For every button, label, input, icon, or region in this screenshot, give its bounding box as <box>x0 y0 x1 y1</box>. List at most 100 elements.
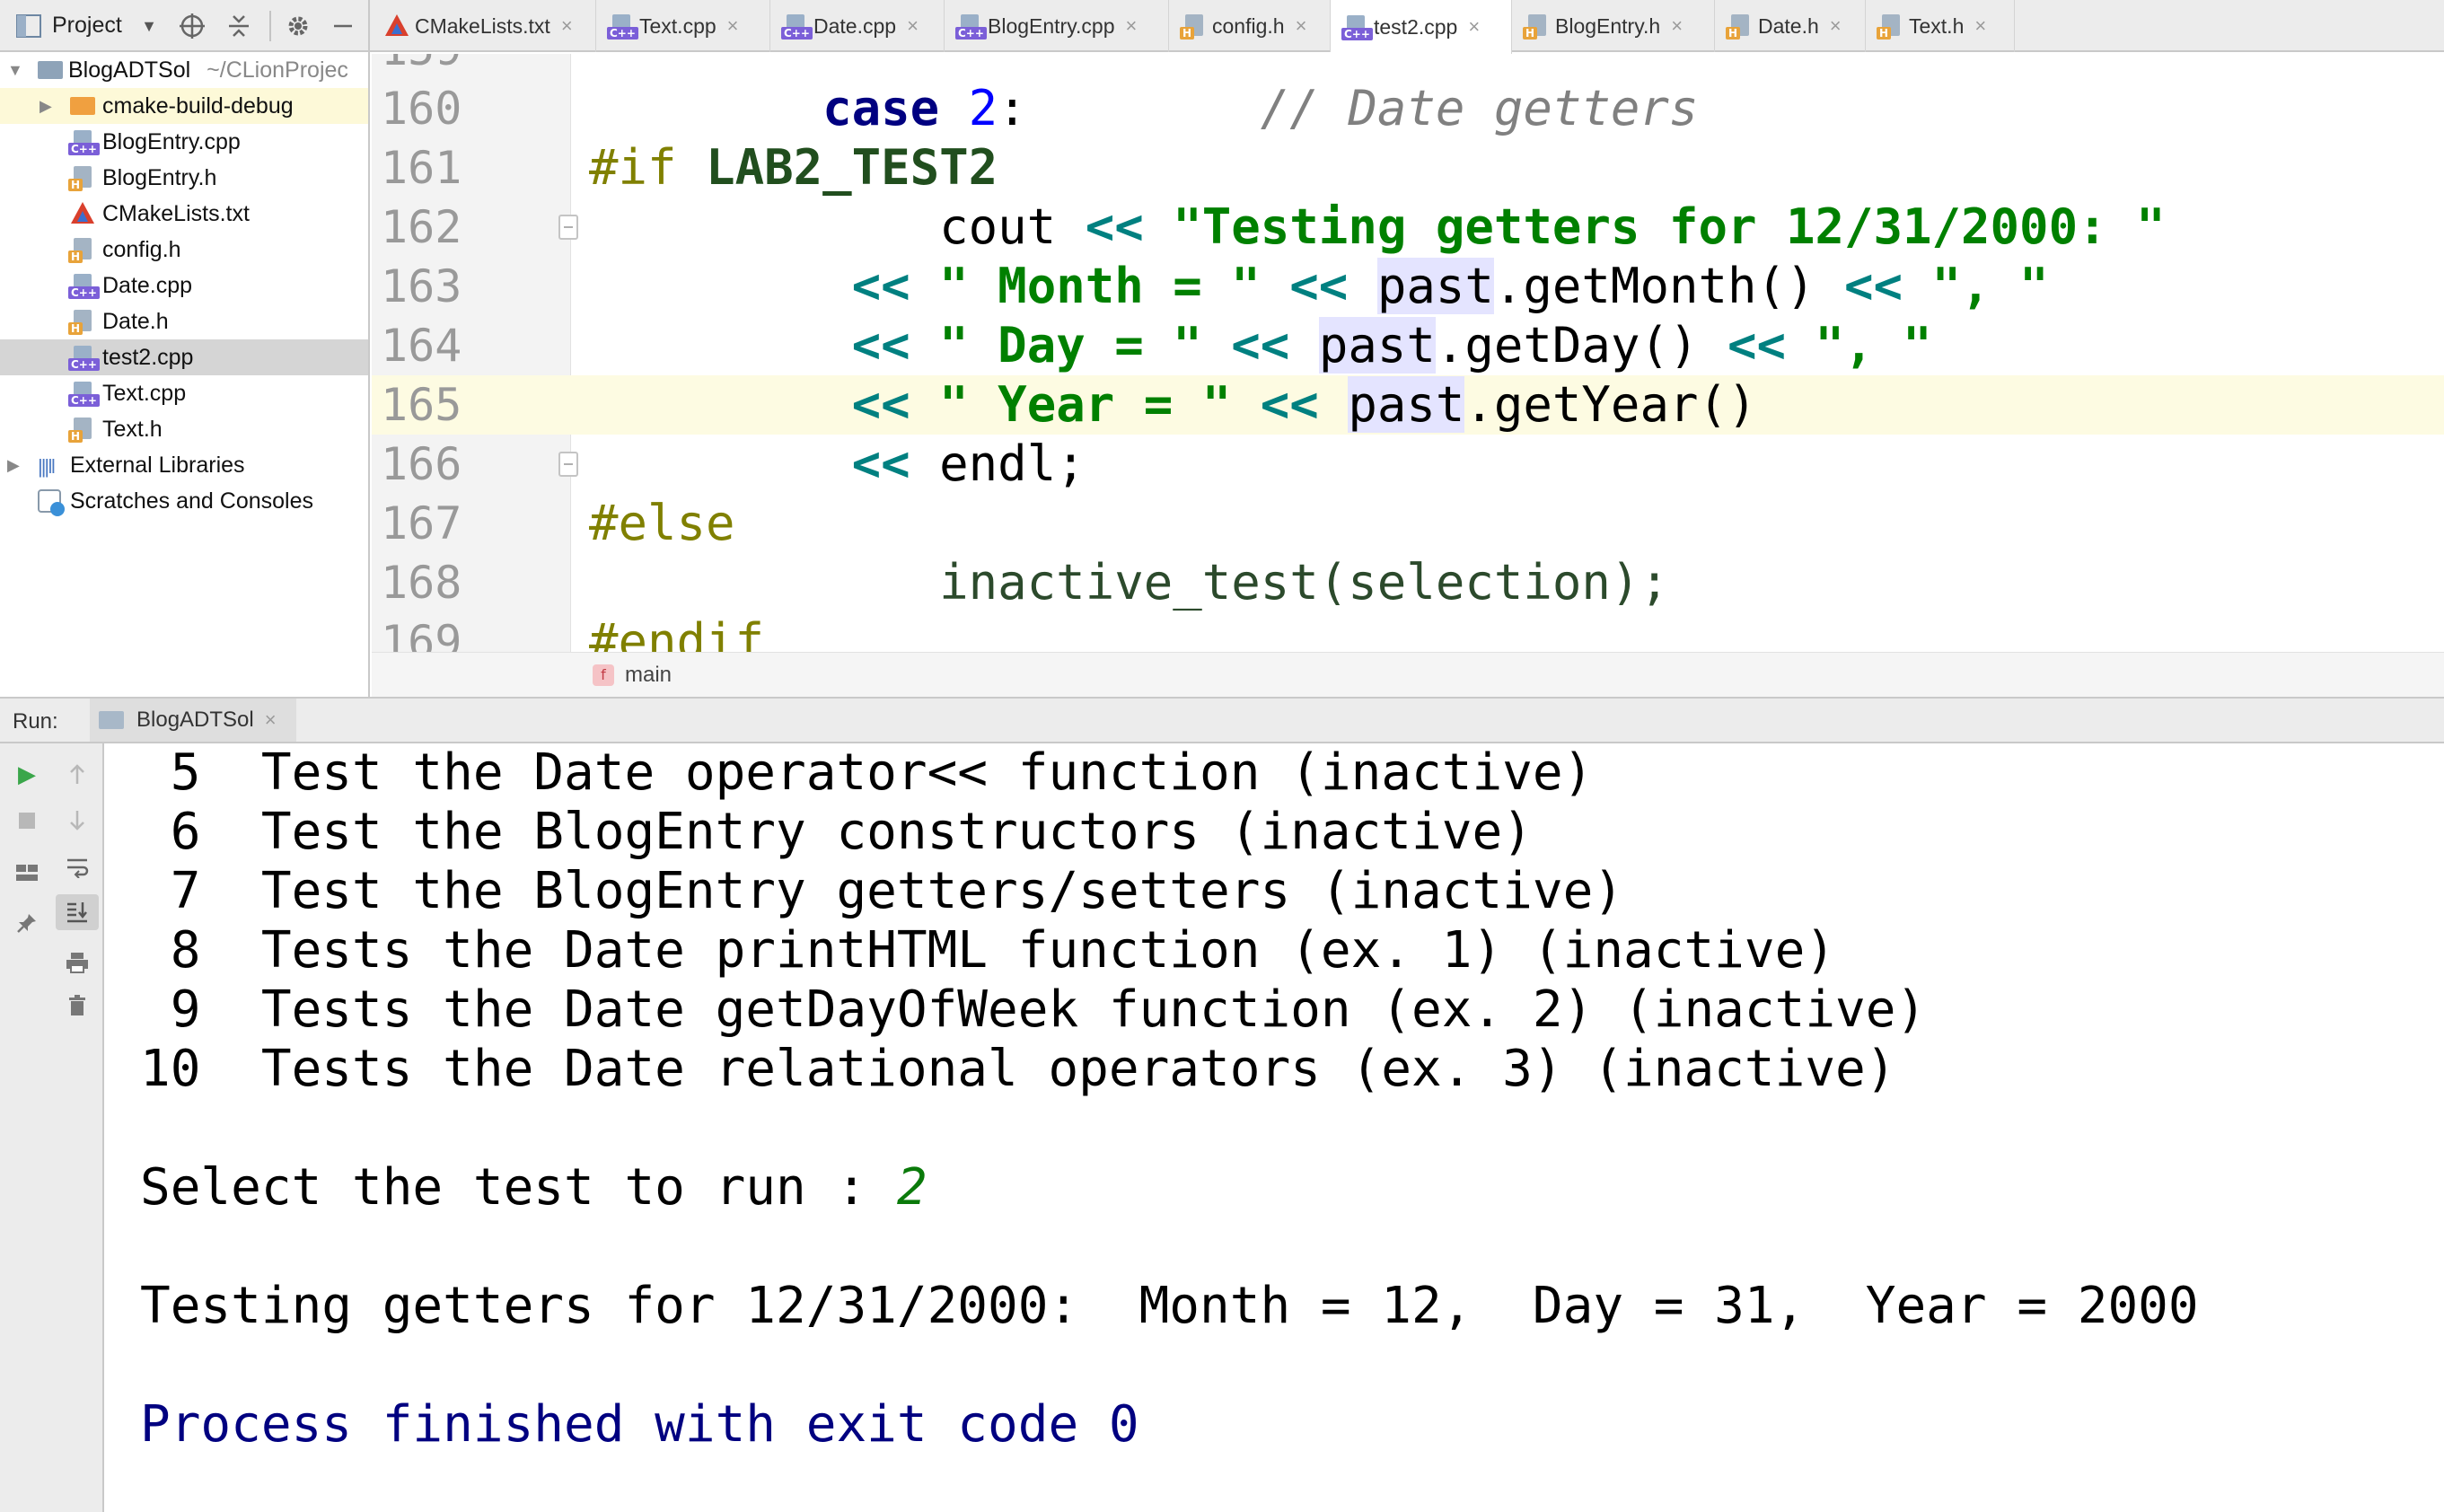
line-number: 169 <box>381 616 462 652</box>
tree-root[interactable]: ▼ BlogADTSol ~/CLionProjec <box>0 52 368 88</box>
breadcrumb-item-main[interactable]: main <box>625 663 672 688</box>
layout-icon[interactable] <box>5 855 48 891</box>
project-view-icon[interactable] <box>13 7 45 45</box>
close-icon[interactable]: × <box>265 708 277 732</box>
chevron-down-icon[interactable]: ▼ <box>136 7 162 45</box>
console-user-input: 2 <box>896 1158 927 1217</box>
close-icon[interactable]: × <box>1830 14 1842 38</box>
close-icon[interactable]: × <box>1468 15 1480 39</box>
console-line: 6 Test the BlogEntry constructors (inact… <box>140 803 1533 861</box>
line-number: 162 <box>381 201 462 253</box>
project-tree: ▼ BlogADTSol ~/CLionProjec ▶ cmake-build-… <box>0 52 370 697</box>
locate-target-icon[interactable] <box>176 7 208 45</box>
chevron-right-icon[interactable]: ▶ <box>40 97 52 116</box>
run-icon[interactable]: ▶ <box>5 756 48 792</box>
pin-icon[interactable] <box>5 905 48 941</box>
cpp-file-icon: C++ <box>781 13 813 40</box>
close-icon[interactable]: × <box>907 14 919 38</box>
chevron-down-icon[interactable]: ▼ <box>7 61 23 80</box>
down-arrow-icon[interactable] <box>56 803 99 839</box>
tab-text-h[interactable]: H Text.h × <box>1866 0 2015 52</box>
tree-item-text-cpp[interactable]: C++ Text.cpp <box>0 375 368 411</box>
tree-item-text-h[interactable]: H Text.h <box>0 411 368 447</box>
toolbar-divider <box>269 11 271 41</box>
minimize-icon[interactable] <box>327 7 359 45</box>
up-arrow-icon[interactable] <box>56 756 99 792</box>
code-editor[interactable]: 159 160 case 2: // Date getters 161 #if … <box>372 54 2444 652</box>
cpp-file-icon: C++ <box>607 13 638 40</box>
trash-icon[interactable] <box>56 988 99 1024</box>
console-icon <box>99 711 124 729</box>
project-view-label[interactable]: Project <box>52 13 122 39</box>
code-line: 164 << " Day = " << past.getDay() << ", … <box>372 316 2444 375</box>
fold-marker-icon[interactable] <box>558 452 578 477</box>
tree-item-date-h[interactable]: H Date.h <box>0 303 368 339</box>
fold-marker-icon[interactable] <box>558 215 578 240</box>
tree-item-date-cpp[interactable]: C++ Date.cpp <box>0 268 368 303</box>
tab-text-cpp[interactable]: C++ Text.cpp × <box>596 0 770 52</box>
header-file-icon: H <box>1726 13 1753 40</box>
chevron-right-icon[interactable]: ▶ <box>7 456 20 475</box>
header-file-icon: H <box>68 416 95 443</box>
cpp-file-icon: C++ <box>68 272 100 299</box>
close-icon[interactable]: × <box>1974 14 1986 38</box>
header-file-icon: H <box>1180 13 1207 40</box>
console-prompt: Select the test to run : <box>140 1158 897 1217</box>
tab-blogentry-h[interactable]: H BlogEntry.h × <box>1512 0 1715 52</box>
code-line-current: 165 << " Year = " << past.getYear() <box>372 375 2444 435</box>
tree-item-cmake-build-debug[interactable]: ▶ cmake-build-debug <box>0 88 368 124</box>
header-file-icon: H <box>1877 13 1903 40</box>
header-file-icon: H <box>68 164 95 191</box>
cmake-file-icon <box>68 200 95 227</box>
tree-item-test2-cpp[interactable]: C++ test2.cpp <box>0 339 368 375</box>
scratches-icon <box>36 488 65 516</box>
run-label: Run: <box>13 709 58 734</box>
code-line: 159 <box>372 54 2444 79</box>
line-number: 167 <box>381 497 462 549</box>
close-icon[interactable]: × <box>727 14 739 38</box>
run-toolbar: ▶ <box>0 743 104 1512</box>
code-line: 160 case 2: // Date getters <box>372 79 2444 138</box>
tab-config-h[interactable]: H config.h × <box>1169 0 1331 52</box>
run-tab-blogadtsol[interactable]: BlogADTSol × <box>90 699 296 742</box>
close-icon[interactable]: × <box>561 14 573 38</box>
tree-item-scratches[interactable]: Scratches and Consoles <box>0 483 368 519</box>
folder-icon <box>36 57 63 84</box>
tree-item-blogentry-cpp[interactable]: C++ BlogEntry.cpp <box>0 124 368 160</box>
console-line: 7 Test the BlogEntry getters/setters (in… <box>140 862 1624 920</box>
scroll-to-end-icon[interactable] <box>56 894 99 930</box>
close-icon[interactable]: × <box>1125 14 1137 38</box>
print-icon[interactable] <box>56 945 99 980</box>
line-number: 160 <box>381 83 462 135</box>
gear-icon[interactable] <box>280 7 316 45</box>
line-number: 159 <box>372 54 571 79</box>
collapse-all-icon[interactable] <box>223 7 255 45</box>
tree-item-cmakelists[interactable]: CMakeLists.txt <box>0 196 368 232</box>
tab-test2-cpp[interactable]: C++ test2.cpp × <box>1331 0 1512 54</box>
line-number: 165 <box>372 375 571 435</box>
tab-blogentry-cpp[interactable]: C++ BlogEntry.cpp × <box>945 0 1169 52</box>
soft-wrap-icon[interactable] <box>56 849 99 885</box>
console-line: 9 Tests the Date getDayOfWeek function (… <box>140 980 1927 1039</box>
console-prompt-line: Select the test to run : 2 <box>140 1158 927 1218</box>
tree-item-external-libraries[interactable]: ▶ |||‖ External Libraries <box>0 447 368 483</box>
close-icon[interactable]: × <box>1671 14 1683 38</box>
run-toolwindow-header: Run: BlogADTSol × <box>0 697 2444 743</box>
stop-icon[interactable] <box>5 803 48 839</box>
tab-date-cpp[interactable]: C++ Date.cpp × <box>770 0 945 52</box>
library-icon: |||‖ <box>38 455 56 478</box>
cmake-file-icon <box>382 13 409 40</box>
code-line: 169 #endif <box>372 612 2444 652</box>
tab-cmakelists[interactable]: CMakeLists.txt × <box>372 0 596 52</box>
folder-icon <box>68 92 95 119</box>
tab-date-h[interactable]: H Date.h × <box>1715 0 1866 52</box>
cpp-file-icon: C++ <box>1341 13 1373 40</box>
root-path: ~/CLionProjec <box>207 57 348 83</box>
code-line: 163 << " Month = " << past.getMonth() <<… <box>372 257 2444 316</box>
tree-item-blogentry-h[interactable]: H BlogEntry.h <box>0 160 368 196</box>
code-line: 168 inactive_test(selection); <box>372 553 2444 612</box>
run-console-output[interactable]: 5 Test the Date operator<< function (ina… <box>106 743 2444 1512</box>
close-icon[interactable]: × <box>1296 14 1307 38</box>
code-line: 166 << endl; <box>372 435 2444 494</box>
tree-item-config-h[interactable]: H config.h <box>0 232 368 268</box>
